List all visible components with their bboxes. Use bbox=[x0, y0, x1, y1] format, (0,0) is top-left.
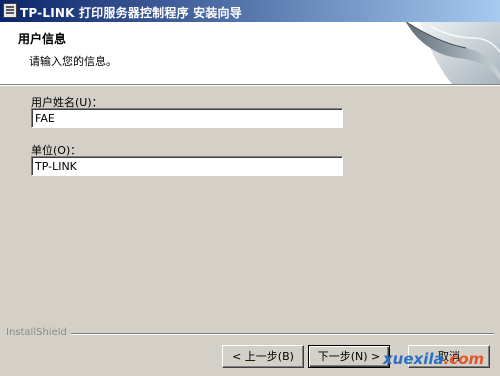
title-bar[interactable]: TP-LINK 打印服务器控制程序 安装向导 bbox=[0, 0, 500, 22]
next-button[interactable]: 下一步(N) > bbox=[308, 345, 390, 368]
watermark-domain: .com bbox=[443, 350, 485, 368]
window-title: TP-LINK 打印服务器控制程序 安装向导 bbox=[20, 6, 242, 20]
installer-icon bbox=[3, 3, 17, 18]
header-banner: 用户信息 请输入您的信息。 bbox=[0, 22, 500, 85]
page-heading: 用户信息 bbox=[18, 32, 67, 46]
page-curl-graphic bbox=[400, 22, 500, 84]
back-button[interactable]: < 上一步(B) bbox=[222, 345, 304, 368]
username-input[interactable] bbox=[31, 108, 343, 128]
installshield-brand: InstallShield bbox=[6, 327, 71, 338]
installer-window: TP-LINK 打印服务器控制程序 安装向导 用户信息 请输入您的信息。 用户姓 bbox=[0, 0, 500, 376]
organization-input[interactable] bbox=[31, 156, 343, 176]
watermark-name: xuexila bbox=[383, 350, 444, 368]
footer-divider bbox=[70, 333, 494, 335]
site-watermark: xuexila.com bbox=[383, 350, 484, 368]
page-subheading: 请输入您的信息。 bbox=[29, 55, 117, 68]
